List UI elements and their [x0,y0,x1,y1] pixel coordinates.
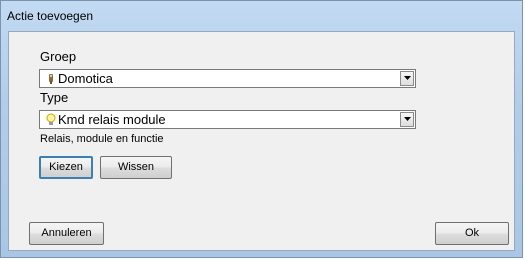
title-bar[interactable]: Actie toevoegen [1,1,522,31]
chevron-down-icon [404,117,411,121]
group-dropdown-button[interactable] [400,71,414,86]
type-select[interactable]: Kmd relais module [39,110,416,129]
window-title: Actie toevoegen [7,9,94,23]
type-label: Type [40,90,69,105]
group-select-value: Domotica [58,71,113,86]
domotica-device-icon [45,72,57,85]
type-dropdown-button[interactable] [400,112,414,127]
group-select[interactable]: Domotica [39,69,416,88]
clear-button[interactable]: Wissen [100,156,172,179]
choose-button[interactable]: Kiezen [39,156,93,179]
lightbulb-icon [45,113,57,126]
cancel-button[interactable]: Annuleren [29,222,104,245]
chevron-down-icon [404,76,411,80]
ok-button[interactable]: Ok [435,222,509,245]
group-label: Groep [40,49,77,64]
type-description: Relais, module en functie [40,133,164,145]
type-select-value: Kmd relais module [58,112,166,127]
dialog-client-area: Groep Domotica Type Kmd relais module Re… [8,31,515,251]
dialog-window: Actie toevoegen Groep Domotica Type Kmd … [0,0,523,258]
